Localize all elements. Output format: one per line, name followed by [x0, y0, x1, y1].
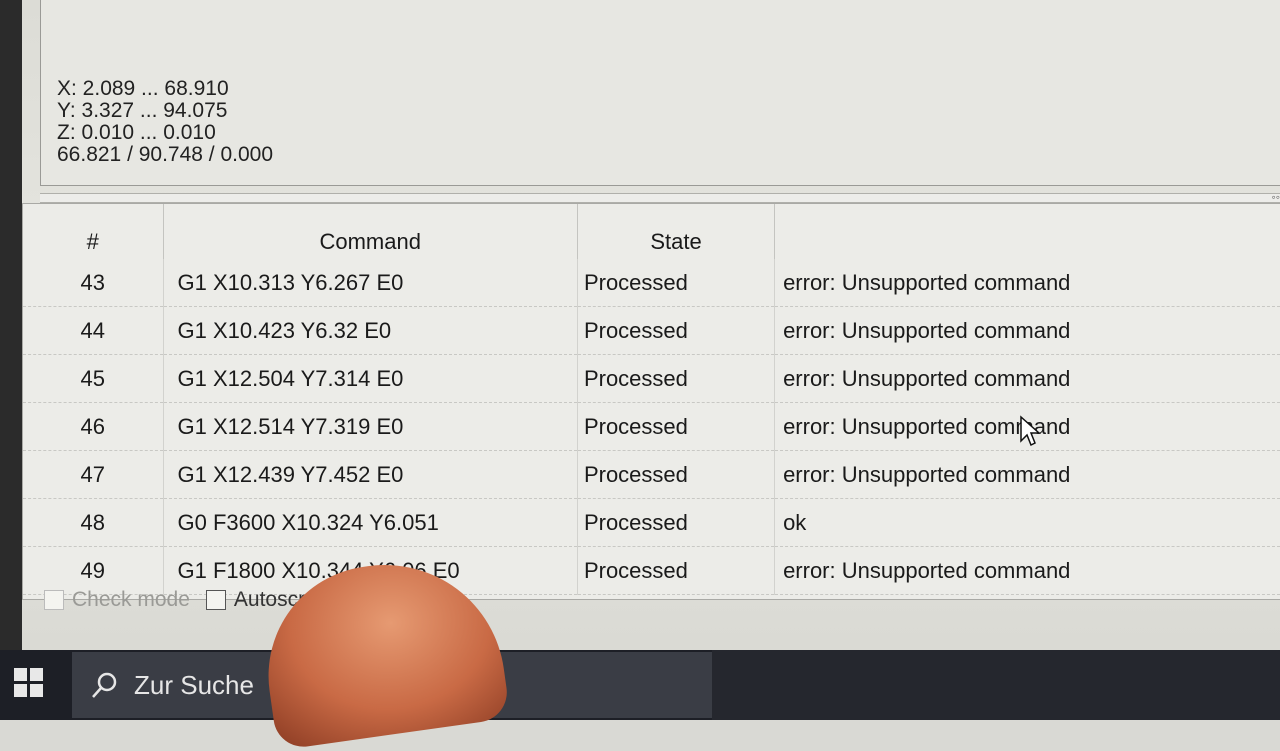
- checkbox-icon[interactable]: [44, 590, 64, 610]
- column-header-number[interactable]: #: [23, 204, 164, 259]
- row-response: ok: [774, 498, 1280, 547]
- y-range-text: Y: 3.327 ... 94.075: [57, 99, 228, 122]
- visualizer-info-panel: X: 2.089 ... 68.910 Y: 3.327 ... 94.075 …: [40, 0, 1280, 186]
- console-table-container[interactable]: # Command State 43 G1 X10.313 Y6.267 E0 …: [22, 203, 1280, 600]
- table-header-row: # Command State: [23, 204, 1280, 259]
- row-number: 43: [23, 259, 164, 307]
- splitter-grip-icon[interactable]: ◦◦: [1271, 190, 1280, 204]
- check-mode-label: Check mode: [72, 588, 190, 611]
- row-command: G0 F3600 X10.324 Y6.051: [163, 498, 578, 547]
- row-state: Processed: [577, 259, 776, 307]
- row-state: Processed: [577, 498, 776, 547]
- table-row[interactable]: 44 G1 X10.423 Y6.32 E0 Processed error: …: [23, 306, 1280, 355]
- row-number: 47: [23, 450, 164, 499]
- row-command: G1 X12.439 Y7.452 E0: [163, 450, 578, 499]
- table-row[interactable]: 47 G1 X12.439 Y7.452 E0 Processed error:…: [23, 450, 1280, 499]
- panel-splitter[interactable]: ◦◦: [40, 190, 1280, 204]
- row-response: error: Unsupported command: [774, 450, 1280, 499]
- row-command: G1 X10.313 Y6.267 E0: [163, 259, 578, 307]
- table-row[interactable]: 48 G0 F3600 X10.324 Y6.051 Processed ok: [23, 498, 1280, 547]
- table-row[interactable]: 43 G1 X10.313 Y6.267 E0 Processed error:…: [23, 259, 1280, 307]
- console-options: Check mode Autoscroll: [44, 588, 326, 612]
- search-icon: [92, 672, 117, 698]
- row-number: 45: [23, 354, 164, 403]
- column-header-state[interactable]: State: [577, 204, 776, 259]
- column-header-command[interactable]: Command: [163, 204, 578, 259]
- row-response: error: Unsupported command: [774, 354, 1280, 403]
- row-state: Processed: [577, 450, 776, 499]
- taskbar-apps-area: [712, 650, 1280, 720]
- app-window: X: 2.089 ... 68.910 Y: 3.327 ... 94.075 …: [22, 0, 1280, 650]
- row-response: error: Unsupported command: [774, 306, 1280, 355]
- windows-taskbar: Zur Suche: [0, 650, 1280, 720]
- row-command: G1 X12.514 Y7.319 E0: [163, 402, 578, 451]
- mouse-cursor-icon: [1020, 415, 1041, 447]
- coordinate-readout: X: 2.089 ... 68.910 Y: 3.327 ... 94.075 …: [57, 78, 273, 166]
- row-response: error: Unsupported command: [774, 546, 1280, 595]
- column-header-response[interactable]: [775, 204, 1280, 259]
- row-response: error: Unsupported command: [774, 259, 1280, 307]
- z-range-text: Z: 0.010 ... 0.010: [57, 121, 216, 144]
- console-table: # Command State 43 G1 X10.313 Y6.267 E0 …: [23, 204, 1280, 595]
- row-number: 46: [23, 402, 164, 451]
- table-row[interactable]: 46 G1 X12.514 Y7.319 E0 Processed error:…: [23, 402, 1280, 451]
- row-command: G1 X10.423 Y6.32 E0: [163, 306, 578, 355]
- table-row[interactable]: 45 G1 X12.504 Y7.314 E0 Processed error:…: [23, 354, 1280, 403]
- row-command: G1 X12.504 Y7.314 E0: [163, 354, 578, 403]
- check-mode-checkbox[interactable]: Check mode: [44, 588, 190, 612]
- row-state: Processed: [577, 306, 776, 355]
- row-number: 48: [23, 498, 164, 547]
- windows-start-icon[interactable]: [14, 668, 44, 698]
- checkbox-icon[interactable]: [205, 590, 226, 610]
- search-placeholder: Zur Suche: [134, 669, 254, 700]
- row-state: Processed: [577, 546, 776, 595]
- row-state: Processed: [577, 402, 776, 451]
- row-number: 44: [23, 306, 164, 355]
- current-position-text: 66.821 / 90.748 / 0.000: [57, 143, 274, 166]
- x-range-text: X: 2.089 ... 68.910: [57, 77, 229, 100]
- screen-bezel: [0, 0, 22, 650]
- row-state: Processed: [577, 354, 776, 403]
